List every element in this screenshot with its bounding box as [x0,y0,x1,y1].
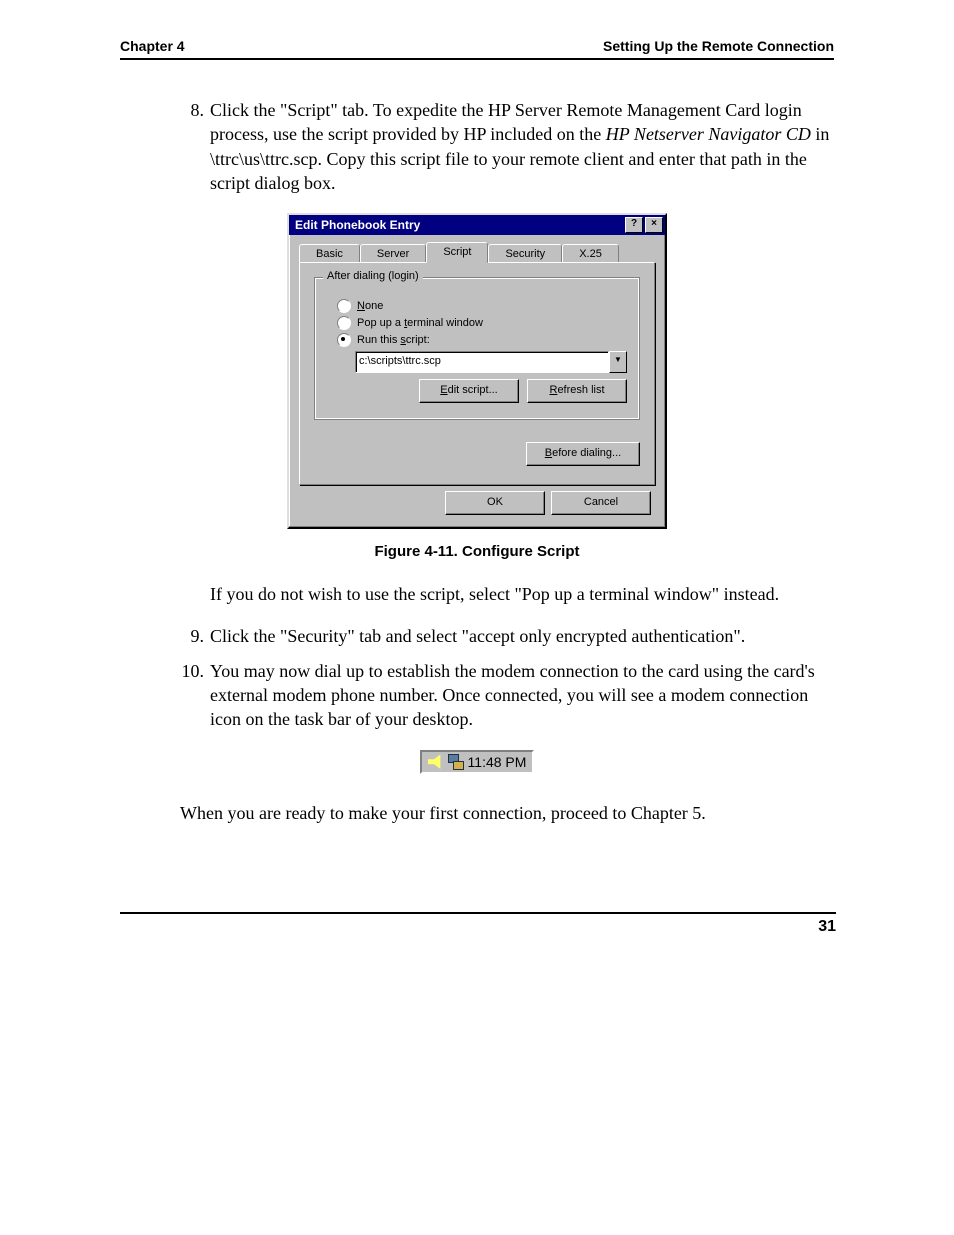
step-8: 8. Click the "Script" tab. To expedite t… [170,98,834,195]
step-10: 10. You may now dial up to establish the… [170,659,834,732]
step-9: 9. Click the "Security" tab and select "… [170,624,834,648]
page-number: 31 [120,918,836,936]
radio-popup-row[interactable]: Pop up a terminal window [337,316,627,330]
step-10-text: You may now dial up to establish the mod… [210,659,834,732]
post-figure-paragraph: If you do not wish to use the script, se… [210,582,834,606]
tray-clock: 11:48 PM [468,754,527,770]
dialog-title: Edit Phonebook Entry [295,218,420,232]
radio-none-label: None [357,300,383,312]
header-right: Setting Up the Remote Connection [603,38,834,54]
before-dialing-button[interactable]: Before dialing... [526,442,640,466]
footer-rule [120,912,836,914]
radio-run[interactable] [337,333,351,347]
script-path-dropdown[interactable]: ▼ [609,351,627,373]
figure-dialog-wrap: Edit Phonebook Entry ? × Basic Server Sc… [120,213,834,529]
ok-button[interactable]: OK [445,491,545,515]
closing-paragraph: When you are ready to make your first co… [180,801,834,825]
tab-x25[interactable]: X.25 [562,244,619,263]
step-10-number: 10. [170,659,210,732]
dialog-tabs: Basic Server Script Security X.25 [299,242,655,263]
script-path-input[interactable]: c:\scripts\ttrc.scp [355,351,609,373]
script-tab-panel: After dialing (login) None Pop up a term… [299,262,655,485]
dialog-titlebar: Edit Phonebook Entry ? × [289,215,665,235]
group-legend: After dialing (login) [323,270,423,282]
cancel-button[interactable]: Cancel [551,491,651,515]
taskbar-tray: 11:48 PM [420,750,535,774]
step-8-text: Click the "Script" tab. To expedite the … [210,98,834,195]
figure-caption: Figure 4-11. Configure Script [120,543,834,560]
speaker-icon [428,754,444,770]
radio-popup-label: Pop up a terminal window [357,317,483,329]
edit-script-button[interactable]: Edit script... [419,379,519,403]
tab-basic[interactable]: Basic [299,244,360,263]
radio-none[interactable] [337,299,351,313]
page-header: Chapter 4 Setting Up the Remote Connecti… [120,38,834,60]
tray-figure-wrap: 11:48 PM [120,750,834,775]
step-8-text-italic: HP Netserver Navigator CD [606,124,811,144]
step-8-number: 8. [170,98,210,195]
close-button[interactable]: × [645,217,663,233]
radio-run-label: Run this script: [357,334,430,346]
modem-connection-icon [448,754,464,770]
tab-server[interactable]: Server [360,244,426,263]
refresh-list-button[interactable]: Refresh list [527,379,627,403]
help-button[interactable]: ? [625,217,643,233]
tab-security[interactable]: Security [488,244,562,263]
radio-popup[interactable] [337,316,351,330]
header-left: Chapter 4 [120,38,185,54]
page-footer: 31 [120,912,836,936]
after-dialing-group: After dialing (login) None Pop up a term… [314,277,640,420]
edit-phonebook-dialog: Edit Phonebook Entry ? × Basic Server Sc… [287,213,667,529]
tab-script[interactable]: Script [426,242,488,263]
step-9-text: Click the "Security" tab and select "acc… [210,624,834,648]
radio-none-row[interactable]: None [337,299,627,313]
radio-run-row[interactable]: Run this script: [337,333,627,347]
step-9-number: 9. [170,624,210,648]
